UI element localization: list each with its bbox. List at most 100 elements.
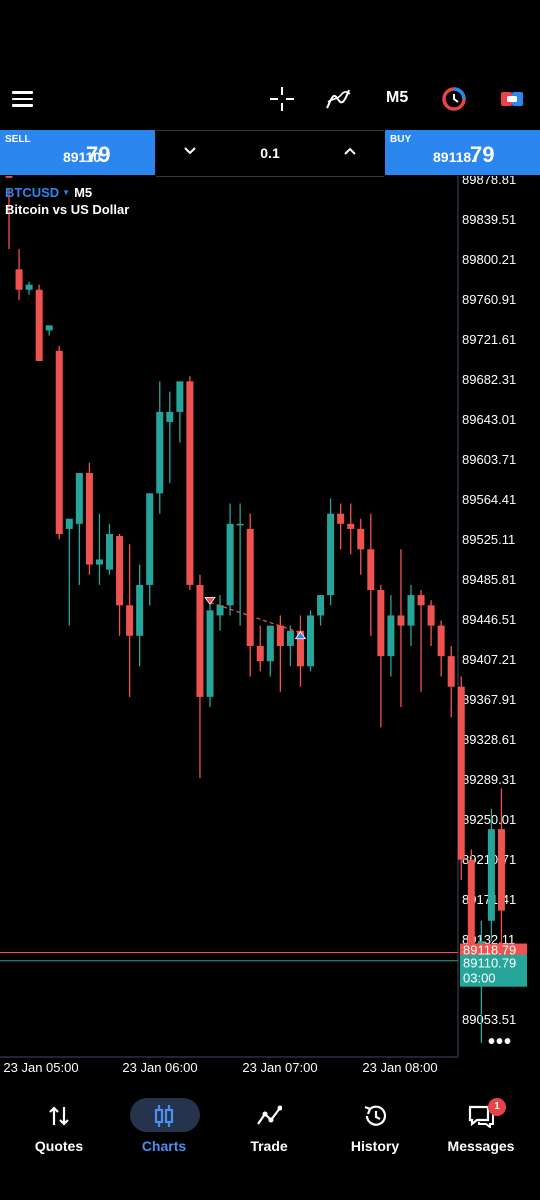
nav-label: History (350, 1138, 400, 1154)
hamburger-menu-icon[interactable] (12, 91, 33, 107)
buy-price-main: 89118. (433, 149, 476, 165)
candle-body (437, 625, 445, 657)
messages-icon (427, 1102, 535, 1130)
nav-trade[interactable]: Trade (215, 1082, 323, 1172)
candle-body (236, 523, 244, 526)
candle-body (25, 284, 33, 290)
candle-body (417, 595, 425, 606)
trade-icon (215, 1102, 323, 1130)
candle-body (427, 605, 435, 626)
candle-body (286, 630, 294, 646)
candle-body (216, 605, 224, 616)
candle-body (357, 528, 365, 550)
chart-symbol[interactable]: BTCUSD ▼ M5 (5, 185, 92, 200)
nav-label: Quotes (34, 1138, 84, 1154)
one-click-trading-icon[interactable] (498, 84, 526, 114)
top-toolbar: M5 (0, 0, 540, 130)
candle-body (176, 381, 184, 412)
buy-button[interactable]: BUY 89118. 79 (385, 130, 540, 175)
candle-body (487, 829, 495, 921)
crosshair-icon[interactable] (268, 84, 296, 114)
candle-body (407, 595, 415, 626)
candle-body (206, 610, 214, 697)
candle-body (457, 686, 465, 860)
price-axis-label: 89643.01 (462, 412, 516, 427)
more-options-icon[interactable]: ••• (488, 1031, 512, 1054)
candle-body (347, 523, 355, 529)
candle-body (337, 513, 345, 524)
messages-badge: 1 (488, 1098, 506, 1116)
candle-body (45, 325, 53, 331)
candle-body (106, 534, 113, 570)
nav-label: Messages (447, 1138, 515, 1154)
nav-messages[interactable]: 1 Messages (427, 1082, 535, 1172)
history-icon (321, 1102, 429, 1130)
price-axis-label: 89367.91 (462, 692, 516, 707)
candle-body (136, 584, 144, 636)
candle-body (256, 645, 264, 662)
indicators-icon[interactable] (324, 84, 352, 114)
sell-label: SELL (5, 134, 31, 145)
bottom-navigation: Quotes Charts Trade History 1 Messages (0, 1082, 540, 1200)
candle-body (65, 518, 73, 529)
candle-body (307, 615, 314, 667)
candle-body (266, 625, 274, 662)
price-axis-label: 89564.41 (462, 492, 516, 507)
candle-body (85, 472, 93, 565)
candle-body (397, 615, 405, 626)
candle-body (166, 411, 174, 423)
candle-body (15, 269, 23, 290)
price-axis-label: 89721.61 (462, 332, 516, 347)
nav-label: Charts (141, 1138, 187, 1154)
candle-body (95, 559, 103, 565)
buy-label: BUY (390, 134, 412, 145)
nav-history[interactable]: History (321, 1082, 429, 1172)
candle-timer: 03:00 (463, 971, 496, 986)
symbol-dropdown-icon[interactable]: ▼ (62, 188, 70, 197)
chart-timeframe: M5 (74, 185, 93, 200)
lot-size-control: 0.1 (156, 130, 384, 177)
symbol-name: BTCUSD (5, 185, 60, 200)
candle-body (75, 472, 83, 524)
trade-connection-line (209, 601, 301, 634)
candle-body (367, 549, 375, 591)
candle-body (327, 513, 335, 596)
price-axis-label: 89760.91 (462, 292, 516, 307)
nav-charts[interactable]: Charts (110, 1082, 218, 1172)
nav-quotes[interactable]: Quotes (5, 1082, 113, 1172)
time-axis-label: 23 Jan 06:00 (122, 1060, 197, 1075)
candle-body (156, 411, 164, 494)
price-axis-label: 89053.51 (462, 1012, 516, 1027)
price-axis-label: 89289.31 (462, 772, 516, 787)
price-axis-label: 89603.71 (462, 452, 516, 467)
charts-icon (110, 1102, 218, 1130)
candle-body (55, 350, 63, 535)
symbol-description: Bitcoin vs US Dollar (5, 202, 130, 217)
candle-body (35, 289, 43, 361)
candle-body (196, 584, 204, 697)
price-axis-label: 89839.51 (462, 212, 516, 227)
candle-body (5, 176, 13, 178)
sell-button[interactable]: SELL 89110. 79 (0, 130, 155, 175)
candle-body (317, 595, 325, 616)
time-axis-label: 23 Jan 05:00 (3, 1060, 78, 1075)
price-axis-label: 89446.51 (462, 612, 516, 627)
candle-body (447, 656, 455, 687)
candle-body (226, 523, 234, 606)
time-axis-label: 23 Jan 07:00 (242, 1060, 317, 1075)
price-axis-label: 89485.81 (462, 572, 516, 587)
time-axis-label: 23 Jan 08:00 (362, 1060, 437, 1075)
price-chart[interactable]: 89878.81 89839.51 89800.21 89760.91 89721.61… (0, 176, 540, 1080)
buy-price-pips: 79 (470, 142, 495, 167)
quotes-icon (5, 1102, 113, 1130)
candle-body (377, 590, 385, 657)
timeframe-selector[interactable]: M5 (386, 89, 408, 107)
price-axis-label: 89525.11 (462, 532, 515, 547)
candle-body (276, 625, 284, 646)
nav-label: Trade (250, 1138, 288, 1154)
lot-increase-chevron-up-icon[interactable] (342, 143, 358, 164)
price-axis-label: 89800.21 (462, 252, 516, 267)
chart-type-icon[interactable] (440, 84, 468, 114)
price-axis-label: 89407.21 (462, 652, 516, 667)
price-axis-label: 89250.01 (462, 812, 516, 827)
